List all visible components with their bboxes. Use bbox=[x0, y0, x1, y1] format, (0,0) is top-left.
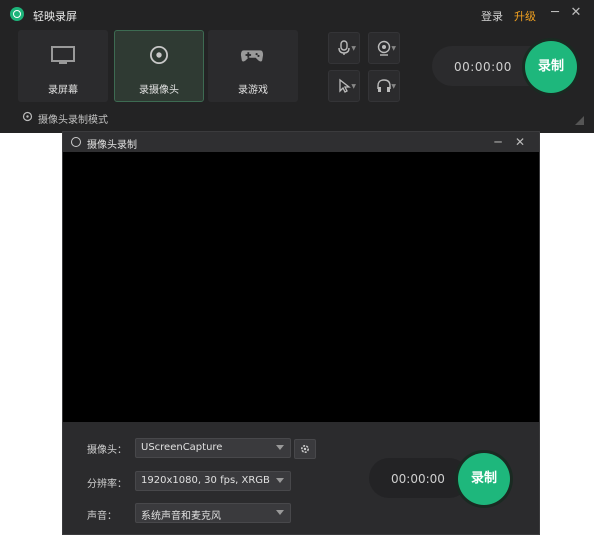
mode-record-screen[interactable]: 录屏幕 bbox=[18, 30, 108, 102]
microphone-icon bbox=[338, 40, 350, 55]
chevron-down-icon: ▼ bbox=[351, 45, 356, 52]
record-button[interactable]: 录制 bbox=[525, 41, 577, 93]
chevron-down-icon bbox=[276, 478, 284, 483]
camera-preview bbox=[63, 152, 539, 422]
camera-title-bar: 摄像头录制 ─ ✕ bbox=[63, 132, 539, 152]
microphone-button[interactable]: ▼ bbox=[328, 32, 360, 64]
chevron-down-icon: ▼ bbox=[391, 83, 396, 90]
webcam-icon bbox=[377, 40, 391, 56]
camera-timer-display: 00:00:00 bbox=[391, 472, 445, 486]
headphones-icon bbox=[377, 79, 391, 92]
mode-record-camera[interactable]: 录摄像头 bbox=[114, 30, 204, 102]
main-window: 轻映录屏 登录 升级 ─ ✕ 录屏幕 录摄像头 录游戏 ▼ ▼ ▼ ▼ 00:0… bbox=[0, 0, 594, 133]
audio-select[interactable]: 系统声音和麦克风 bbox=[135, 503, 291, 523]
close-icon[interactable]: ✕ bbox=[567, 4, 585, 22]
resolution-select[interactable]: 1920x1080, 30 fps, XRGB bbox=[135, 471, 291, 491]
mode-record-game[interactable]: 录游戏 bbox=[208, 30, 298, 102]
chevron-down-icon bbox=[276, 510, 284, 515]
audio-label: 声音： bbox=[87, 511, 117, 522]
headphones-button[interactable]: ▼ bbox=[368, 70, 400, 102]
minimize-icon[interactable]: ─ bbox=[546, 4, 564, 22]
mode-info-text: 摄像头录制模式 bbox=[38, 115, 108, 126]
camera-settings-button[interactable] bbox=[294, 439, 316, 459]
mode-label: 录屏幕 bbox=[48, 85, 78, 96]
resize-grip-icon[interactable] bbox=[575, 116, 584, 125]
audio-select-value: 系统声音和麦克风 bbox=[141, 511, 221, 522]
chevron-down-icon: ▼ bbox=[391, 45, 396, 52]
resolution-label: 分辨率： bbox=[87, 479, 127, 490]
title-bar: 轻映录屏 登录 升级 ─ ✕ bbox=[0, 0, 594, 28]
monitor-icon bbox=[51, 46, 75, 64]
camera-logo-icon bbox=[71, 137, 81, 147]
upgrade-link[interactable]: 升级 bbox=[514, 8, 536, 24]
app-title: 轻映录屏 bbox=[33, 10, 77, 23]
timer-display: 00:00:00 bbox=[454, 60, 512, 74]
mode-label: 录摄像头 bbox=[139, 85, 179, 96]
camera-select-value: UScreenCapture bbox=[141, 442, 223, 453]
app-logo-icon bbox=[10, 7, 24, 21]
camera-lens-icon bbox=[150, 46, 168, 64]
webcam-button[interactable]: ▼ bbox=[368, 32, 400, 64]
camera-label: 摄像头： bbox=[87, 445, 127, 456]
gear-icon bbox=[300, 444, 310, 454]
cursor-button[interactable]: ▼ bbox=[328, 70, 360, 102]
gamepad-icon bbox=[240, 50, 264, 62]
cursor-icon bbox=[339, 78, 351, 93]
mode-label: 录游戏 bbox=[238, 85, 268, 96]
chevron-down-icon bbox=[276, 445, 284, 450]
camera-select[interactable]: UScreenCapture bbox=[135, 438, 291, 458]
close-icon[interactable]: ✕ bbox=[511, 133, 529, 151]
minimize-icon[interactable]: ─ bbox=[489, 133, 507, 151]
camera-record-button[interactable]: 录制 bbox=[458, 453, 510, 505]
camera-window: 摄像头录制 ─ ✕ 摄像头： UScreenCapture 分辨率： 1920x… bbox=[62, 131, 540, 535]
login-link[interactable]: 登录 bbox=[481, 8, 503, 24]
camera-window-title: 摄像头录制 bbox=[87, 140, 137, 151]
resolution-select-value: 1920x1080, 30 fps, XRGB bbox=[141, 475, 270, 486]
chevron-down-icon: ▼ bbox=[351, 83, 356, 90]
target-icon bbox=[22, 111, 33, 122]
